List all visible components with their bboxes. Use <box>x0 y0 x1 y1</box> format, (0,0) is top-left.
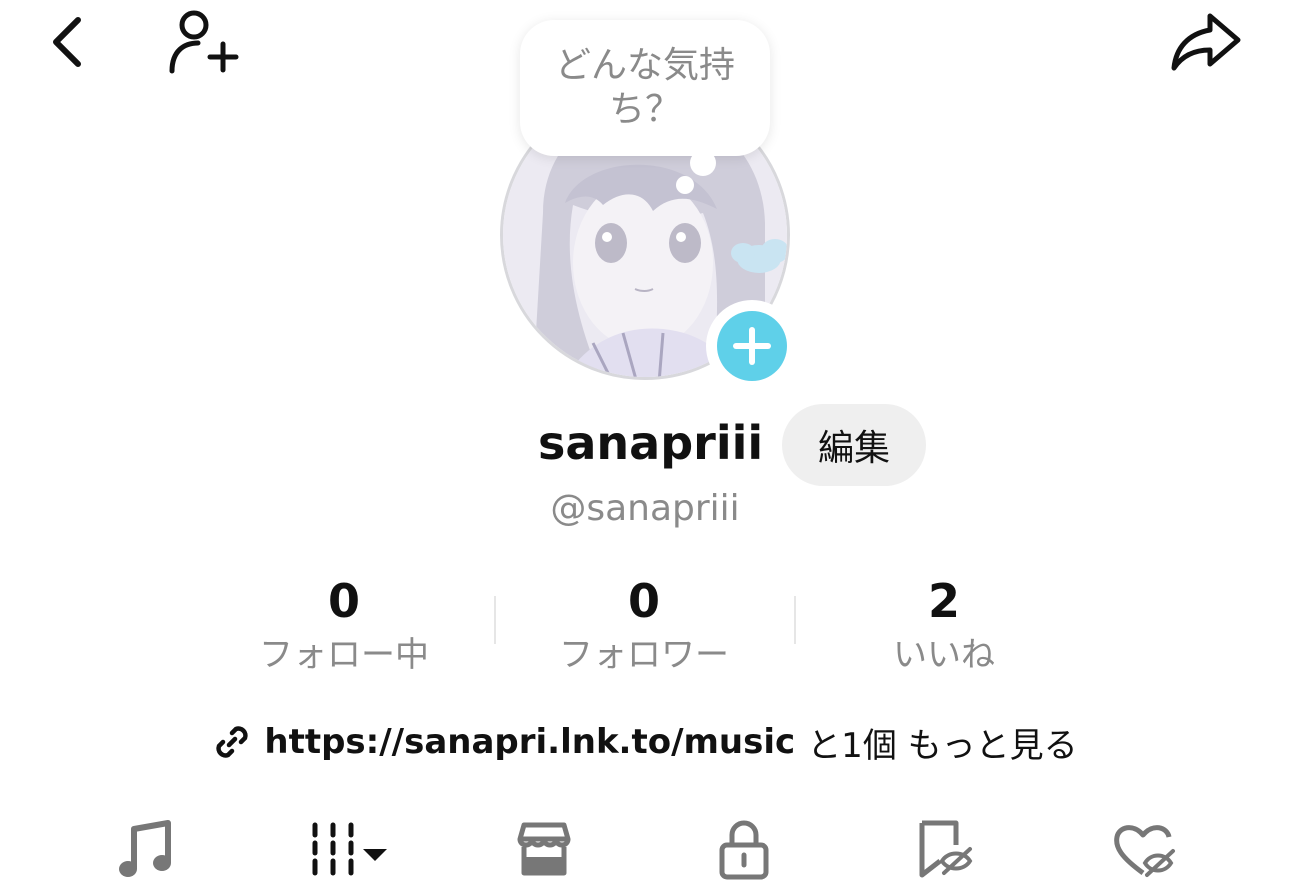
stat-likes[interactable]: 2 いいね <box>794 574 1094 678</box>
heart-hidden-icon <box>1114 825 1175 877</box>
mood-bubble[interactable]: どんな気持ち？ <box>520 20 770 156</box>
bio-link-row[interactable]: https://sanapri.lnk.to/music と1個 もっと見る <box>0 714 1290 770</box>
stat-following-count: 0 <box>327 574 360 628</box>
link-icon <box>216 726 249 758</box>
bubble-tail-dot <box>690 150 716 176</box>
tab-videos[interactable] <box>294 814 404 884</box>
tab-liked[interactable] <box>1094 814 1194 884</box>
edit-profile-button[interactable]: 編集 <box>782 404 926 486</box>
name-row: sanapriii 編集 <box>0 402 1290 488</box>
share-arrow-icon <box>1171 13 1241 71</box>
chevron-left-icon <box>53 17 81 67</box>
stat-likes-count: 2 <box>927 574 960 628</box>
user-handle: @sanapriii <box>550 488 740 529</box>
lock-icon <box>719 820 769 880</box>
username: sanapriii <box>538 416 764 470</box>
stat-likes-label: いいね <box>893 635 995 675</box>
plus-icon <box>733 327 771 365</box>
shop-icon <box>517 822 571 876</box>
grid-columns-icon <box>312 822 387 876</box>
tab-music[interactable] <box>96 814 196 884</box>
back-button[interactable] <box>36 10 100 74</box>
tab-shop[interactable] <box>494 814 594 884</box>
add-avatar-button[interactable] <box>706 300 798 392</box>
tab-saved[interactable] <box>894 814 994 884</box>
mood-bubble-text: どんな気持ち？ <box>554 45 735 130</box>
stat-followers[interactable]: 0 フォロワー <box>494 574 794 678</box>
profile-tabs <box>0 808 1290 896</box>
bio-link-more[interactable]: と1個 もっと見る <box>807 718 1077 767</box>
bio-link-url[interactable]: https://sanapri.lnk.to/music <box>264 722 795 762</box>
share-button[interactable] <box>1164 6 1248 78</box>
profile-page: どんな気持ち？ sanapriii 編集 @sanapriii 0 フォロー中 … <box>0 0 1290 896</box>
stat-followers-label: フォロワー <box>559 635 729 675</box>
bubble-tail-dot-small <box>676 176 694 194</box>
stat-followers-count: 0 <box>627 574 660 628</box>
bookmark-hidden-icon <box>919 820 973 878</box>
music-note-icon <box>119 820 171 877</box>
person-plus-icon <box>169 10 239 74</box>
stat-following[interactable]: 0 フォロー中 <box>194 574 494 678</box>
add-friend-button[interactable] <box>164 6 244 78</box>
stat-following-label: フォロー中 <box>259 635 429 675</box>
tab-private[interactable] <box>694 814 794 884</box>
stats-row: 0 フォロー中 0 フォロワー 2 いいね <box>194 574 1094 684</box>
